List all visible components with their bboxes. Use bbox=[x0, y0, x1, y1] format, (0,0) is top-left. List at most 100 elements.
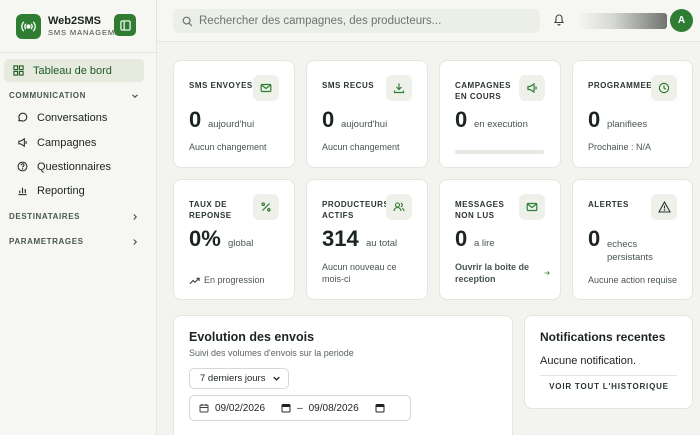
notifications-title: Notifications recentes bbox=[540, 330, 666, 344]
chevron-right-icon bbox=[133, 213, 138, 220]
mail-icon bbox=[519, 194, 545, 220]
stat-label: CAMPAGNES EN COURS bbox=[455, 81, 511, 101]
section-label: PARAMETRAGES bbox=[9, 237, 84, 246]
users-icon bbox=[386, 194, 412, 220]
stat-unit: a lire bbox=[474, 238, 495, 249]
avatar[interactable]: A bbox=[670, 9, 693, 32]
bell-icon[interactable] bbox=[553, 13, 565, 31]
campaign-progress-bar bbox=[455, 150, 544, 154]
sidebar-item-label: Conversations bbox=[37, 111, 108, 124]
sidebar-item-tableau-de-bord[interactable]: Tableau de bord bbox=[4, 59, 144, 82]
calendar-picker-icon[interactable] bbox=[281, 403, 291, 413]
stat-value: 0% bbox=[189, 226, 221, 251]
section-label: DESTINATAIRES bbox=[9, 212, 81, 221]
sidebar-item-label: Tableau de bord bbox=[33, 64, 112, 77]
stat-card-alertes: ALERTES 0 echecs persistants Aucune acti… bbox=[572, 179, 693, 300]
stat-footnote: Aucun changement bbox=[322, 142, 400, 152]
stat-card-messages-non-lus: MESSAGES NON LUS 0 a lire Ouvrir la boit… bbox=[439, 179, 561, 300]
stat-label: SMS ENVOYES bbox=[189, 81, 253, 90]
stat-card-taux-de-reponse: TAUX DE REPONSE 0% global En progression bbox=[173, 179, 295, 300]
stat-card-sms-recus: SMS RECUS 0 aujourd'hui Aucun changement bbox=[306, 60, 428, 168]
chevron-down-icon bbox=[273, 376, 280, 381]
brand: Web2SMS SMS MANAGEMENT bbox=[16, 14, 141, 40]
section-label: COMMUNICATION bbox=[9, 91, 86, 100]
stat-value: 0 bbox=[588, 226, 601, 251]
view-history-link[interactable]: VOIR TOUT L'HISTORIQUE bbox=[525, 382, 693, 391]
broadcast-icon bbox=[16, 14, 41, 39]
stat-card-programmees: PROGRAMMEES 0 planifiees Prochaine : N/A bbox=[572, 60, 693, 168]
percent-icon bbox=[253, 194, 279, 220]
notifications-divider bbox=[540, 375, 677, 376]
stat-footnote-text: En progression bbox=[204, 275, 265, 285]
calendar-picker-icon[interactable] bbox=[375, 403, 385, 413]
stat-card-sms-envoyes: SMS ENVOYES 0 aujourd'hui Aucun changeme… bbox=[173, 60, 295, 168]
section-destinataires[interactable]: DESTINATAIRES bbox=[9, 212, 139, 221]
evolution-subtitle: Suivi des volumes d'envois sur la period… bbox=[189, 348, 354, 358]
megaphone-icon bbox=[15, 136, 29, 150]
stat-label: MESSAGES NON LUS bbox=[455, 200, 505, 220]
sidebar-item-label: Questionnaires bbox=[37, 160, 111, 173]
stat-unit: global bbox=[228, 238, 254, 249]
sidebar-item-campagnes[interactable]: Campagnes bbox=[4, 131, 144, 154]
sidebar-item-label: Campagnes bbox=[37, 136, 97, 149]
date-range-picker: 09/02/2026 – 09/08/2026 bbox=[189, 395, 411, 421]
stat-label: SMS RECUS bbox=[322, 81, 375, 90]
question-icon bbox=[15, 160, 29, 174]
section-parametrages[interactable]: PARAMETRAGES bbox=[9, 237, 139, 246]
brand-subtitle: SMS MANAGEMENT bbox=[48, 28, 118, 37]
date-from-input[interactable]: 09/02/2026 bbox=[215, 403, 265, 414]
stat-unit: planifiees bbox=[607, 119, 648, 130]
topbar: Rechercher des campagnes, des producteur… bbox=[157, 0, 700, 42]
stat-value: 0 bbox=[189, 107, 202, 132]
stat-card-producteurs-actifs: PRODUCTEURS ACTIFS 314 au total Aucun no… bbox=[306, 179, 428, 300]
user-name-redacted bbox=[577, 13, 667, 29]
stat-unit: au total bbox=[366, 238, 398, 249]
bar-chart-icon bbox=[15, 184, 29, 198]
mail-icon bbox=[253, 75, 279, 101]
stat-label: ALERTES bbox=[588, 200, 629, 209]
stat-footnote: En progression bbox=[189, 275, 265, 285]
arrow-right-icon bbox=[544, 271, 550, 275]
stat-value: 0 bbox=[322, 107, 335, 132]
stat-unit: en execution bbox=[474, 119, 528, 130]
open-inbox-link[interactable]: Ouvrir la boite de reception bbox=[455, 261, 550, 285]
sidebar-item-conversations[interactable]: Conversations bbox=[4, 106, 144, 129]
period-select-value: 7 derniers jours bbox=[200, 373, 266, 384]
search-placeholder: Rechercher des campagnes, des producteur… bbox=[199, 15, 442, 27]
sidebar-item-label: Reporting bbox=[37, 184, 85, 197]
alert-icon bbox=[651, 194, 677, 220]
stat-footnote: Aucun changement bbox=[189, 142, 267, 152]
sidebar-item-reporting[interactable]: Reporting bbox=[4, 179, 144, 202]
evolution-title: Evolution des envois bbox=[189, 330, 315, 344]
trending-up-icon bbox=[189, 277, 200, 284]
stat-footnote: Prochaine : N/A bbox=[588, 142, 652, 152]
open-inbox-link-text: Ouvrir la boite de reception bbox=[455, 262, 530, 284]
sidebar-divider bbox=[0, 52, 157, 53]
sidebar-item-questionnaires[interactable]: Questionnaires bbox=[4, 155, 144, 178]
date-to-input[interactable]: 09/08/2026 bbox=[309, 403, 359, 414]
search-input[interactable]: Rechercher des campagnes, des producteur… bbox=[173, 9, 540, 33]
stat-value: 0 bbox=[455, 107, 468, 132]
search-icon bbox=[182, 16, 193, 27]
section-communication[interactable]: COMMUNICATION bbox=[9, 91, 139, 100]
chevron-right-icon bbox=[133, 238, 138, 245]
chat-icon bbox=[15, 111, 29, 125]
calendar-icon bbox=[199, 403, 209, 413]
notifications-empty-text: Aucune notification. bbox=[540, 355, 637, 367]
stat-unit: aujourd'hui bbox=[341, 119, 388, 130]
period-select[interactable]: 7 derniers jours bbox=[189, 368, 289, 389]
sidebar-toggle-button[interactable] bbox=[114, 14, 136, 36]
stat-footnote: Aucun nouveau ce mois-ci bbox=[322, 262, 397, 284]
brand-name: Web2SMS bbox=[48, 15, 101, 27]
stat-value: 314 bbox=[322, 226, 359, 251]
date-separator: – bbox=[297, 402, 303, 414]
notifications-panel: Notifications recentes Aucune notificati… bbox=[524, 315, 693, 409]
download-icon bbox=[386, 75, 412, 101]
megaphone-icon bbox=[519, 75, 545, 101]
stat-footnote: Aucune action requise bbox=[588, 275, 678, 285]
stat-value: 0 bbox=[455, 226, 468, 251]
chevron-down-icon bbox=[132, 93, 138, 98]
stat-value: 0 bbox=[588, 107, 601, 132]
stat-unit: aujourd'hui bbox=[208, 119, 255, 130]
sidebar: Web2SMS SMS MANAGEMENT Tableau de bord C… bbox=[0, 0, 157, 435]
